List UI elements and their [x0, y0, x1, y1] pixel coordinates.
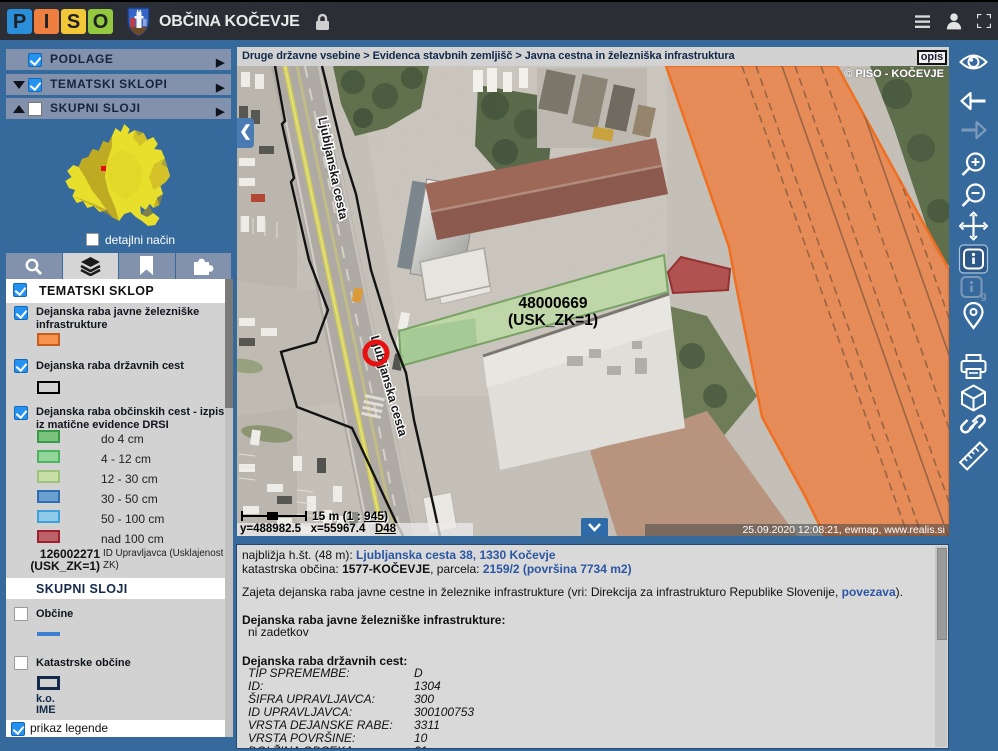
- svg-text:15 m (1 : 945): 15 m (1 : 945): [312, 509, 388, 523]
- svg-text:g: g: [981, 291, 987, 301]
- svg-text:48000669: 48000669: [519, 295, 588, 312]
- svg-text:(USK_ZK=1): (USK_ZK=1): [508, 312, 598, 329]
